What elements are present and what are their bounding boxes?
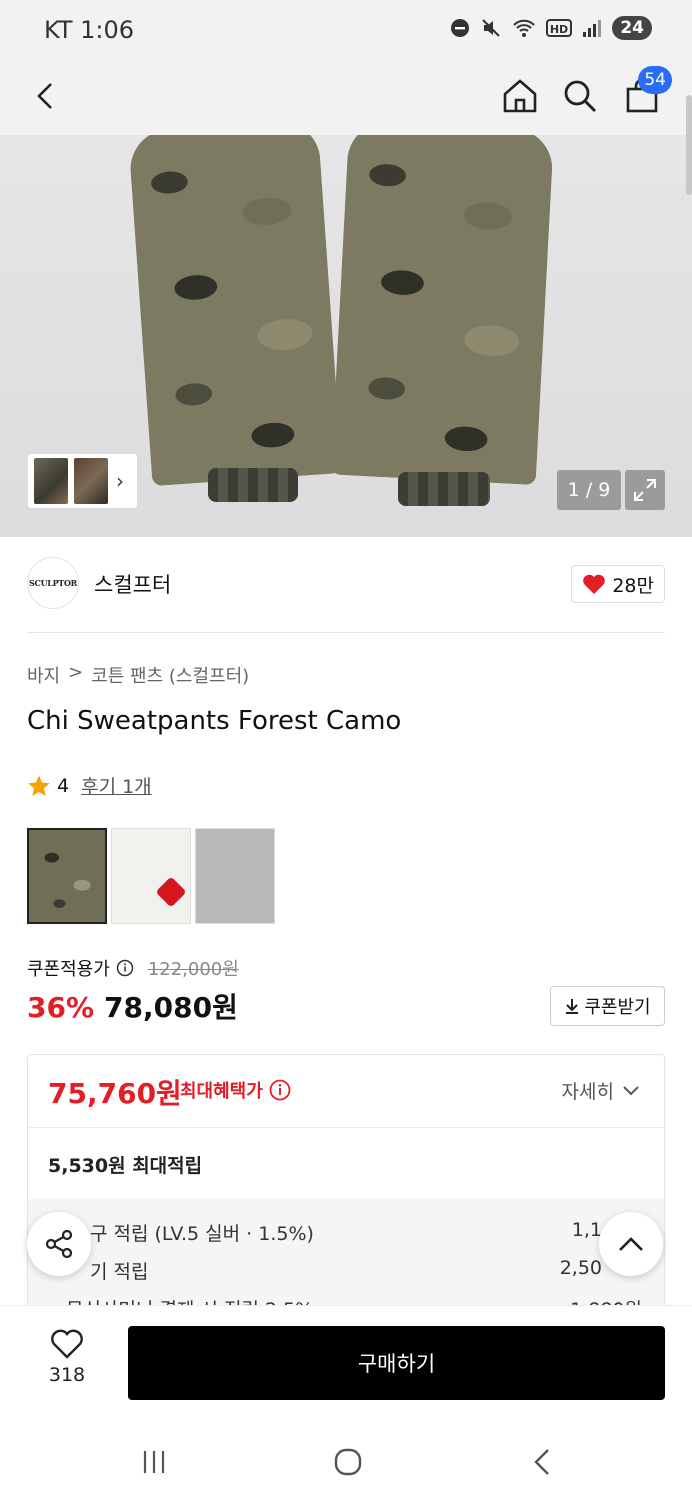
expand-icon	[634, 479, 656, 501]
gallery-thumbnail	[74, 458, 108, 504]
scrollbar-thumb[interactable]	[686, 95, 692, 195]
product-photo-right-leg	[330, 135, 555, 486]
brand-like-count: 28만	[612, 574, 654, 597]
product-photo-right-cuff	[398, 472, 490, 506]
chevron-up-icon	[619, 1237, 643, 1251]
breadcrumb-separator: >	[68, 662, 84, 683]
get-coupon-label: 쿠폰받기	[584, 997, 651, 1018]
coupon-price-label: 쿠폰적용가	[27, 959, 110, 980]
info-icon[interactable]	[269, 1079, 291, 1101]
scroll-top-button[interactable]	[599, 1212, 663, 1276]
points-row-label: 구 적립 (LV.5 실버 · 1.5%)	[90, 1223, 314, 1245]
home-button[interactable]	[496, 72, 544, 120]
home-circle-icon	[334, 1448, 362, 1476]
price-row: 36% 78,080원	[27, 986, 238, 1026]
system-nav-bar	[0, 1420, 692, 1500]
breadcrumb-category[interactable]: 바지	[27, 662, 60, 688]
wish-button[interactable]: 318	[37, 1328, 97, 1386]
max-benefit-label-row: 최대혜택가	[180, 1077, 291, 1103]
info-icon[interactable]	[116, 959, 134, 977]
expand-image-button[interactable]	[625, 470, 665, 510]
chevron-right-icon: ›	[116, 469, 124, 493]
color-options	[27, 828, 275, 924]
benefit-box: 75,760원 최대혜택가 자세히 5,530원 최대적립 구 적립 (LV.5…	[27, 1054, 665, 1314]
sale-price: 78,080원	[104, 991, 238, 1024]
max-benefit-label: 최대혜택가	[180, 1081, 263, 1102]
status-bar: KT 1:06 HD 24	[0, 0, 692, 60]
home-nav-button[interactable]	[328, 1442, 368, 1482]
detail-toggle[interactable]: 자세히	[562, 1077, 640, 1104]
gallery-thumbnail-strip[interactable]: ›	[27, 453, 138, 509]
max-points: 5,530원 최대적립	[48, 1155, 203, 1177]
wish-count: 318	[48, 1364, 86, 1386]
download-icon	[566, 999, 579, 1014]
wifi-icon	[513, 19, 536, 37]
product-photo-left-leg	[127, 135, 343, 487]
top-nav: 54	[0, 60, 692, 135]
divider	[27, 632, 665, 633]
heart-filled-icon	[583, 574, 606, 594]
back-button[interactable]	[22, 72, 70, 120]
color-option-white[interactable]	[111, 828, 191, 924]
dnd-icon	[451, 19, 470, 37]
hd-icon: HD	[546, 19, 573, 37]
cart-button[interactable]: 54	[618, 66, 672, 120]
heart-graphic	[155, 876, 187, 908]
chevron-down-icon	[623, 1085, 639, 1095]
recent-apps-button[interactable]	[134, 1442, 174, 1482]
cart-count-badge: 54	[638, 66, 672, 94]
gallery-thumbnail	[34, 458, 68, 504]
svg-text:HD: HD	[550, 23, 568, 36]
recent-apps-icon	[143, 1451, 165, 1473]
points-row: 기 적립 2,50	[58, 1257, 642, 1284]
status-time: KT 1:06	[44, 16, 135, 44]
color-option-grey[interactable]	[195, 828, 275, 924]
star-icon	[28, 775, 50, 796]
brand-logo[interactable]: SCULPTOR	[27, 557, 79, 609]
brand-row[interactable]: SCULPTOR 스컬프터 28만	[27, 557, 665, 613]
get-coupon-button[interactable]: 쿠폰받기	[550, 986, 665, 1026]
bottom-action-bar: 318 구매하기	[0, 1305, 692, 1420]
brand-name[interactable]: 스컬프터	[94, 569, 171, 599]
points-detail: 구 적립 (LV.5 실버 · 1.5%) 1,1 기 적립 2,50 무신사머…	[28, 1199, 664, 1313]
color-option-camo[interactable]	[27, 828, 107, 924]
product-photo-left-cuff	[208, 468, 298, 502]
buy-button[interactable]: 구매하기	[128, 1326, 665, 1400]
detail-toggle-label: 자세히	[561, 1081, 614, 1103]
discount-rate: 36%	[27, 991, 95, 1024]
points-row: 구 적립 (LV.5 실버 · 1.5%) 1,1	[58, 1219, 642, 1246]
mute-icon	[482, 19, 501, 37]
max-benefit-price: 75,760원	[48, 1077, 182, 1110]
search-icon	[564, 80, 597, 113]
status-icons: HD 24	[450, 16, 652, 40]
signal-icon	[583, 20, 602, 37]
back-icon	[534, 1449, 549, 1475]
share-icon	[45, 1229, 73, 1259]
search-button[interactable]	[556, 72, 604, 120]
breadcrumb: 바지 > 코튼 팬츠 (스컬프터)	[27, 662, 249, 688]
rating-row: 4 후기 1개	[27, 772, 152, 799]
product-image-gallery[interactable]: › 1 / 9	[0, 135, 692, 537]
heart-outline-icon	[51, 1329, 83, 1359]
benefit-header[interactable]: 75,760원 최대혜택가 자세히	[28, 1055, 664, 1127]
breadcrumb-subcategory[interactable]: 코튼 팬츠 (스컬프터)	[91, 662, 249, 688]
review-link[interactable]: 후기 1개	[81, 772, 152, 799]
product-title: Chi Sweatpants Forest Camo	[27, 706, 402, 736]
home-icon	[503, 79, 537, 113]
image-page-counter: 1 / 9	[557, 470, 621, 510]
rating-value: 4	[57, 774, 70, 797]
share-button[interactable]	[27, 1212, 91, 1276]
brand-like-button[interactable]: 28만	[571, 565, 665, 603]
divider	[28, 1127, 664, 1128]
original-price: 122,000원	[147, 959, 239, 980]
coupon-price-label-row: 쿠폰적용가 122,000원	[27, 955, 239, 981]
back-icon	[37, 83, 52, 109]
battery-indicator: 24	[612, 16, 652, 40]
back-nav-button[interactable]	[522, 1442, 562, 1482]
